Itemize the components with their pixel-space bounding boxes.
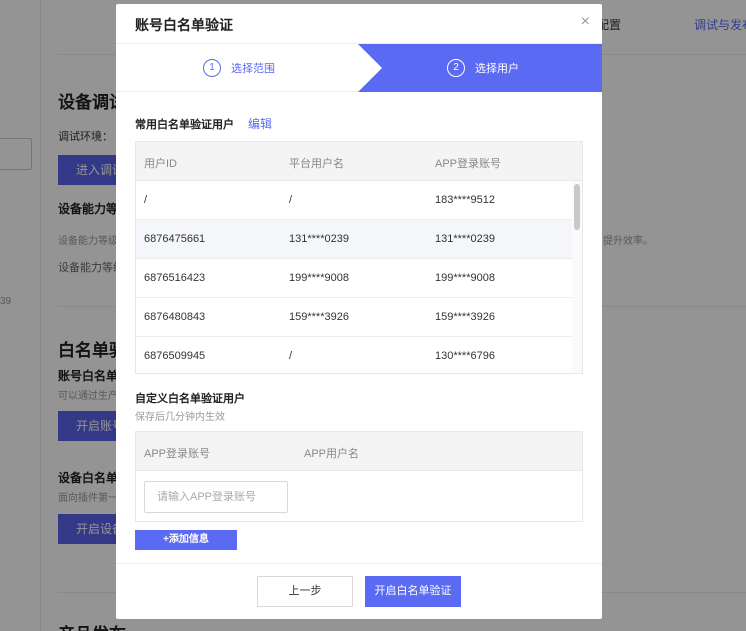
cell-app-account: 131****0239 bbox=[435, 233, 495, 245]
cell-platform-name: 131****0239 bbox=[289, 233, 349, 245]
cell-platform-name: / bbox=[289, 350, 293, 362]
table-row[interactable]: 6876475661 131****0239 131****0239 bbox=[136, 220, 582, 259]
cell-user-id: 6876475661 bbox=[144, 233, 206, 245]
column-header-platform-name: 平台用户名 bbox=[289, 158, 344, 170]
cell-platform-name: 159****3926 bbox=[289, 311, 349, 323]
common-users-table: 用户ID 平台用户名 APP登录账号 / / 183****9512 68764… bbox=[135, 141, 583, 374]
step-1-number: 1 bbox=[203, 59, 221, 77]
cell-user-id: 6876480843 bbox=[144, 311, 206, 323]
app-login-account-input[interactable] bbox=[144, 481, 288, 513]
footer-divider bbox=[116, 563, 602, 564]
step-2-label: 选择用户 bbox=[475, 63, 519, 75]
column-header-app-username: APP用户名 bbox=[304, 448, 360, 460]
table-row[interactable]: 6876480843 159****3926 159****3926 bbox=[136, 298, 582, 337]
close-icon[interactable]: × bbox=[581, 13, 590, 31]
add-info-button[interactable]: +添加信息 bbox=[135, 530, 237, 550]
table-header: 用户ID 平台用户名 APP登录账号 bbox=[136, 142, 582, 181]
cell-app-account: 183****9512 bbox=[435, 194, 495, 206]
cell-platform-name: / bbox=[289, 194, 293, 206]
step-1-label: 选择范围 bbox=[231, 63, 275, 75]
edit-link[interactable]: 编辑 bbox=[248, 115, 272, 132]
cell-user-id: 6876516423 bbox=[144, 272, 206, 284]
stepper: 1 选择范围 2 选择用户 bbox=[116, 44, 602, 92]
whitelist-modal: 账号白名单验证 × 1 选择范围 2 选择用户 常用白名单验证用户 编辑 用户I… bbox=[116, 4, 602, 619]
scrollbar-thumb[interactable] bbox=[574, 184, 580, 230]
step-arrow-icon bbox=[358, 44, 382, 92]
column-header-app-login: APP登录账号 bbox=[144, 448, 211, 460]
step-1[interactable]: 1 选择范围 bbox=[203, 59, 275, 77]
custom-table-header: APP登录账号 APP用户名 bbox=[136, 432, 582, 471]
cell-platform-name: 199****9008 bbox=[289, 272, 349, 284]
custom-users-table: APP登录账号 APP用户名 bbox=[135, 431, 583, 522]
step-2[interactable]: 2 选择用户 bbox=[447, 59, 519, 77]
modal-title: 账号白名单验证 bbox=[135, 17, 233, 33]
column-header-user-id: 用户ID bbox=[144, 158, 177, 170]
custom-users-hint: 保存后几分钟内生效 bbox=[135, 412, 225, 423]
cell-app-account: 199****9008 bbox=[435, 272, 495, 284]
cell-app-account: 130****6796 bbox=[435, 350, 495, 362]
cell-user-id: / bbox=[144, 194, 148, 206]
previous-step-button[interactable]: 上一步 bbox=[257, 576, 353, 607]
enable-whitelist-button[interactable]: 开启白名单验证 bbox=[365, 576, 461, 607]
table-row[interactable]: 6876516423 199****9008 199****9008 bbox=[136, 259, 582, 298]
common-users-title: 常用白名单验证用户 bbox=[135, 119, 234, 131]
step-2-number: 2 bbox=[447, 59, 465, 77]
table-row[interactable]: 6876509945 / 130****6796 bbox=[136, 337, 582, 373]
table-row[interactable]: / / 183****9512 bbox=[136, 181, 582, 220]
cell-user-id: 6876509945 bbox=[144, 350, 206, 362]
custom-users-title: 自定义白名单验证用户 bbox=[135, 393, 245, 405]
cell-app-account: 159****3926 bbox=[435, 311, 495, 323]
column-header-app-account: APP登录账号 bbox=[435, 158, 502, 170]
